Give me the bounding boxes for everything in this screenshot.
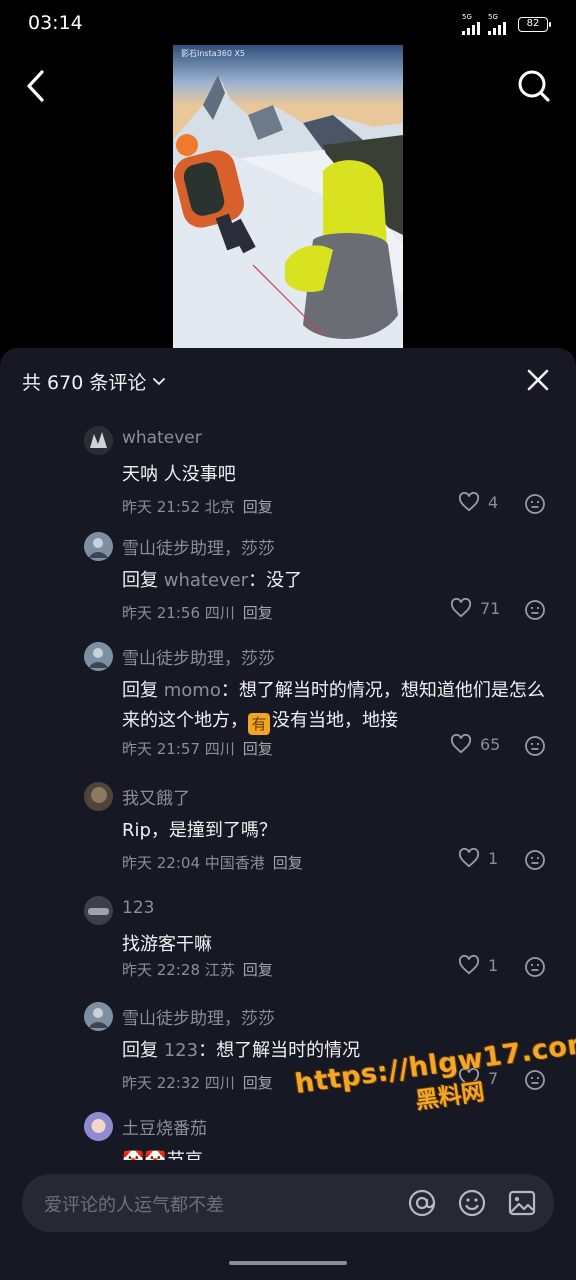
image-icon[interactable] bbox=[506, 1187, 538, 1219]
dislike-face-icon[interactable] bbox=[524, 599, 546, 621]
search-button[interactable] bbox=[516, 68, 552, 104]
comment-text: 天呐 人没事吧 bbox=[122, 464, 236, 485]
avatar[interactable] bbox=[84, 532, 113, 561]
avatar[interactable] bbox=[84, 896, 113, 925]
comment-meta: 昨天 21:52 北京 回复 bbox=[122, 498, 273, 516]
like-button[interactable]: 4 bbox=[458, 492, 498, 512]
comment-meta: 昨天 22:04 中国香港 回复 bbox=[122, 854, 303, 872]
video-frame bbox=[173, 45, 403, 350]
like-button[interactable]: 1 bbox=[458, 955, 498, 975]
comments-panel: 共 670 条评论 whatever 天呐 人没事吧 昨天 21:52 北京 回复… bbox=[0, 348, 576, 1248]
comment-item: 我又餓了 Rip，是撞到了嗎？ 昨天 22:04 中国香港 回复 1 bbox=[84, 782, 554, 882]
comment-meta: 昨天 22:32 四川 回复 bbox=[122, 1074, 273, 1092]
comment-item: 123 找游客干嘛 昨天 22:28 江苏 回复 1 bbox=[84, 896, 554, 996]
avatar[interactable] bbox=[84, 426, 113, 455]
like-button[interactable]: 71 bbox=[450, 598, 500, 618]
comment-item: 雪山徒步助理，莎莎 回复 whatever：没了 昨天 21:56 四川 回复 7… bbox=[84, 532, 554, 632]
video-player[interactable]: 影石Insta360 X5 bbox=[173, 45, 403, 350]
comment-username[interactable]: 土豆烧番茄 bbox=[122, 1114, 207, 1139]
avatar[interactable] bbox=[84, 1112, 113, 1141]
comment-meta: 昨天 21:56 四川 回复 bbox=[122, 604, 273, 622]
heart-icon bbox=[458, 955, 480, 975]
comment-meta: 昨天 22:28 江苏 回复 bbox=[122, 961, 273, 979]
back-arrow-icon bbox=[27, 70, 44, 102]
comment-text: Rip，是撞到了嗎？ bbox=[122, 820, 277, 841]
comment-input[interactable]: 爱评论的人运气都不差 bbox=[22, 1174, 554, 1232]
chevron-down-icon bbox=[153, 377, 166, 385]
avatar[interactable] bbox=[84, 642, 113, 671]
avatar[interactable] bbox=[84, 1002, 113, 1031]
close-button[interactable] bbox=[526, 368, 550, 392]
avatar[interactable] bbox=[84, 782, 113, 811]
like-button[interactable]: 1 bbox=[458, 848, 498, 868]
reply-button[interactable]: 回复 bbox=[243, 961, 273, 979]
comment-input-bar: 爱评论的人运气都不差 bbox=[0, 1160, 576, 1280]
heart-icon bbox=[458, 492, 480, 512]
signal-icon: 5G bbox=[488, 14, 506, 35]
at-icon[interactable] bbox=[406, 1187, 438, 1219]
reply-button[interactable]: 回复 bbox=[243, 1074, 273, 1092]
emoji-icon[interactable] bbox=[456, 1187, 488, 1219]
comment-input-placeholder: 爱评论的人运气都不差 bbox=[44, 1195, 224, 1216]
close-icon bbox=[527, 369, 549, 391]
comments-count-label: 共 670 条评论 bbox=[22, 372, 147, 394]
comment-item: 雪山徒步助理，莎莎 回复 momo：想了解当时的情况，想知道他们是怎么来的这个地… bbox=[84, 642, 554, 772]
like-count: 65 bbox=[480, 734, 501, 754]
reply-button[interactable]: 回复 bbox=[273, 854, 303, 872]
emoji-you-sticker: 有 bbox=[248, 713, 270, 735]
comment-username[interactable]: 123 bbox=[122, 898, 154, 918]
status-bar: 03:14 5G 5G 82 bbox=[0, 0, 576, 48]
home-indicator[interactable] bbox=[229, 1261, 347, 1265]
dislike-face-icon[interactable] bbox=[524, 849, 546, 871]
comment-username[interactable]: whatever bbox=[122, 428, 202, 448]
like-count: 4 bbox=[488, 492, 499, 512]
like-count: 71 bbox=[480, 598, 501, 618]
dislike-face-icon[interactable] bbox=[524, 735, 546, 757]
dislike-face-icon[interactable] bbox=[524, 493, 546, 515]
battery-icon: 82 bbox=[518, 17, 551, 32]
comment-text: 回复 momo：想了解当时的情况，想知道他们是怎么来的这个地方，有没有当地，地接 bbox=[122, 680, 545, 735]
comment-username[interactable]: 雪山徒步助理，莎莎 bbox=[122, 644, 275, 669]
heart-icon bbox=[450, 734, 472, 754]
signal-icon: 5G bbox=[462, 14, 480, 35]
comment-username[interactable]: 雪山徒步助理，莎莎 bbox=[122, 1004, 275, 1029]
comment-username[interactable]: 我又餓了 bbox=[122, 784, 190, 809]
like-count: 1 bbox=[488, 848, 499, 868]
status-icons: 5G 5G 82 bbox=[462, 14, 551, 35]
dislike-face-icon[interactable] bbox=[524, 956, 546, 978]
comment-item: whatever 天呐 人没事吧 昨天 21:52 北京 回复 4 bbox=[84, 426, 554, 526]
reply-button[interactable]: 回复 bbox=[243, 604, 273, 622]
video-watermark: 影石Insta360 X5 bbox=[181, 49, 246, 58]
comment-text: 回复 whatever：没了 bbox=[122, 570, 303, 591]
heart-icon bbox=[450, 598, 472, 618]
heart-icon bbox=[458, 848, 480, 868]
back-button[interactable] bbox=[20, 66, 54, 106]
comment-meta: 昨天 21:57 四川 回复 bbox=[122, 740, 273, 758]
comment-username[interactable]: 雪山徒步助理，莎莎 bbox=[122, 534, 275, 559]
reply-button[interactable]: 回复 bbox=[243, 740, 273, 758]
like-button[interactable]: 65 bbox=[450, 734, 500, 754]
like-count: 1 bbox=[488, 955, 499, 975]
reply-button[interactable]: 回复 bbox=[243, 498, 273, 516]
comments-count-header[interactable]: 共 670 条评论 bbox=[22, 368, 166, 395]
search-icon bbox=[518, 70, 550, 102]
status-time: 03:14 bbox=[28, 12, 83, 34]
